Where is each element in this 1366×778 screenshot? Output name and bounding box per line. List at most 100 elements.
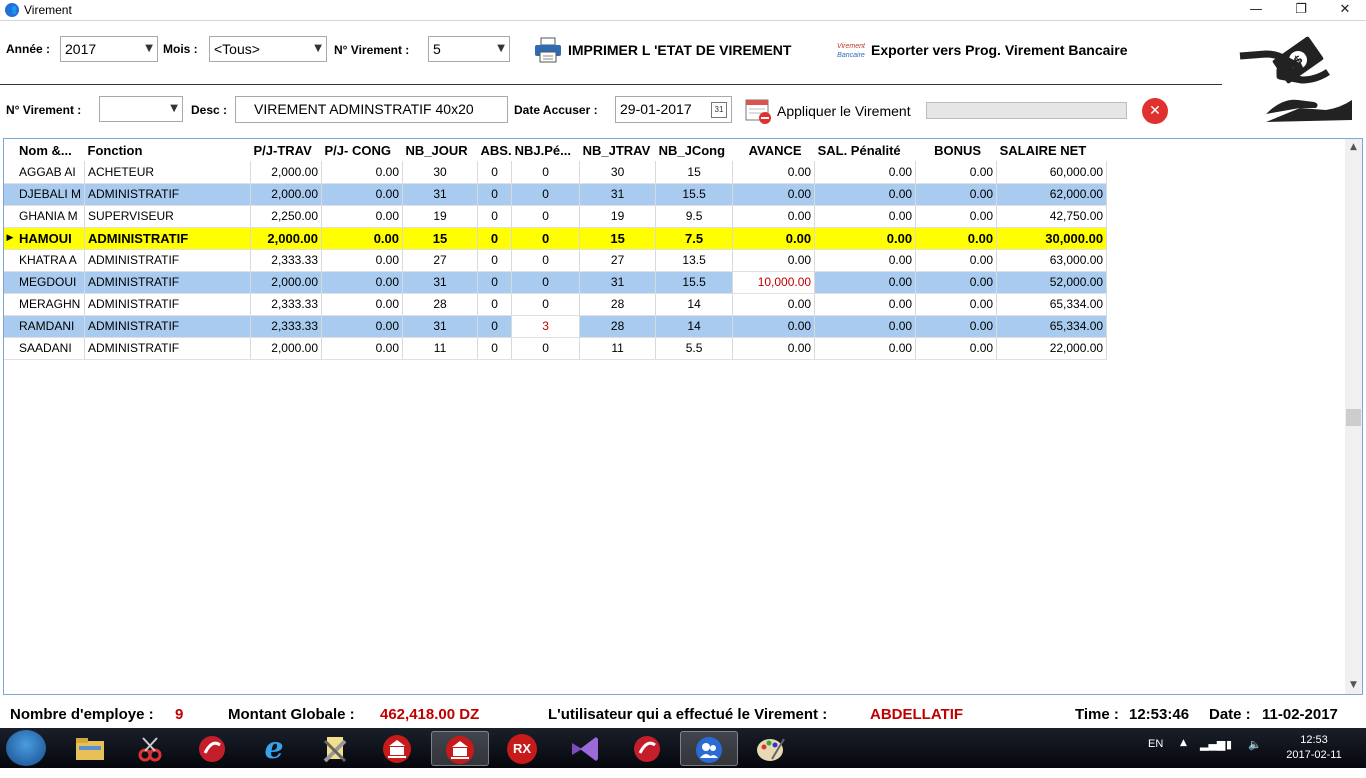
cell-pj-cong[interactable]: 0.00 bbox=[321, 337, 404, 360]
cell-pj-cong[interactable]: 0.00 bbox=[321, 227, 404, 250]
cell-nom[interactable]: SAADANI bbox=[16, 337, 86, 360]
cell-nb-jour[interactable]: 30 bbox=[402, 161, 479, 184]
cell-pj-trav[interactable]: 2,333.33 bbox=[250, 293, 323, 316]
cell-nb-jour[interactable]: 27 bbox=[402, 249, 479, 272]
cell-salaire-net[interactable]: 65,334.00 bbox=[996, 293, 1108, 316]
cell-avance[interactable]: 0.00 bbox=[732, 249, 816, 272]
current-row-marker-icon[interactable]: ▶ bbox=[4, 227, 16, 250]
cell-abs[interactable]: 0 bbox=[477, 315, 513, 338]
snipping-icon[interactable] bbox=[121, 731, 179, 766]
cell-pj-trav[interactable]: 2,000.00 bbox=[250, 337, 323, 360]
row-selector[interactable] bbox=[4, 337, 16, 360]
app-red-icon[interactable] bbox=[183, 731, 241, 766]
cell-bonus[interactable]: 0.00 bbox=[915, 337, 998, 360]
cell-sal-penalite[interactable]: 0.00 bbox=[814, 315, 917, 338]
cell-pj-cong[interactable]: 0.00 bbox=[321, 315, 404, 338]
apply-virement-button[interactable]: Appliquer le Virement bbox=[777, 103, 911, 119]
column-header-nb-jour[interactable]: NB_JOUR bbox=[402, 139, 478, 161]
table-row[interactable]: MERAGHN ADMINISTRATIF 2,333.33 0.00 28 0… bbox=[4, 293, 1108, 316]
cell-pj-cong[interactable]: 0.00 bbox=[321, 249, 404, 272]
minimize-button[interactable]: — bbox=[1233, 0, 1279, 21]
cell-bonus[interactable]: 0.00 bbox=[915, 293, 998, 316]
table-row[interactable]: AGGAB AI ACHETEUR 2,000.00 0.00 30 0 0 3… bbox=[4, 161, 1108, 184]
language-indicator[interactable]: EN bbox=[1148, 738, 1163, 750]
cell-bonus[interactable]: 0.00 bbox=[915, 315, 998, 338]
bank-icon[interactable] bbox=[368, 731, 426, 766]
network-icon[interactable]: ▂▄▆ bbox=[1200, 738, 1225, 751]
scroll-up-icon[interactable]: ▲ bbox=[1345, 139, 1362, 156]
cell-nbj-pen[interactable]: 0 bbox=[511, 249, 581, 272]
row-selector[interactable] bbox=[4, 293, 16, 316]
bank-export-icon[interactable]: Virement Bancaire bbox=[835, 39, 867, 61]
column-header-fonction[interactable]: Fonction bbox=[84, 139, 251, 161]
table-row[interactable]: KHATRA A ADMINISTRATIF 2,333.33 0.00 27 … bbox=[4, 249, 1108, 272]
table-row[interactable]: MEGDOUI ADMINISTRATIF 2,000.00 0.00 31 0… bbox=[4, 271, 1108, 294]
cell-nb-jcong[interactable]: 15.5 bbox=[655, 271, 734, 294]
calendar-icon[interactable]: 31 bbox=[711, 102, 727, 118]
cell-nom[interactable]: GHANIA M bbox=[16, 205, 86, 228]
bank-icon-2[interactable] bbox=[431, 731, 489, 766]
cell-nb-jtrav[interactable]: 28 bbox=[579, 293, 657, 316]
scroll-down-icon[interactable]: ▼ bbox=[1345, 677, 1362, 694]
tools-icon[interactable] bbox=[306, 731, 364, 766]
cell-nb-jtrav[interactable]: 15 bbox=[579, 227, 657, 250]
cell-nb-jcong[interactable]: 9.5 bbox=[655, 205, 734, 228]
tray-expand-icon[interactable]: ▲ bbox=[1180, 738, 1187, 748]
column-header-pj-trav[interactable]: P/J-TRAV bbox=[250, 139, 322, 161]
column-header-nom[interactable]: Nom &... bbox=[16, 139, 85, 161]
cell-salaire-net[interactable]: 42,750.00 bbox=[996, 205, 1108, 228]
mois-select[interactable]: <Tous> ▼ bbox=[209, 36, 327, 62]
cell-nbj-pen[interactable]: 0 bbox=[511, 337, 581, 360]
vertical-scrollbar[interactable]: ▲ ▼ bbox=[1345, 139, 1362, 694]
cell-nbj-pen[interactable]: 0 bbox=[511, 271, 581, 294]
cell-nb-jtrav[interactable]: 19 bbox=[579, 205, 657, 228]
table-row[interactable]: DJEBALI M ADMINISTRATIF 2,000.00 0.00 31… bbox=[4, 183, 1108, 206]
cell-salaire-net[interactable]: 65,334.00 bbox=[996, 315, 1108, 338]
cell-nom[interactable]: RAMDANI bbox=[16, 315, 86, 338]
cell-abs[interactable]: 0 bbox=[477, 249, 513, 272]
close-button[interactable]: ✕ bbox=[1322, 0, 1366, 21]
cell-nb-jtrav[interactable]: 31 bbox=[579, 271, 657, 294]
cell-nbj-pen[interactable]: 0 bbox=[511, 183, 581, 206]
cell-fonction[interactable]: ADMINISTRATIF bbox=[84, 315, 252, 338]
cell-salaire-net[interactable]: 22,000.00 bbox=[996, 337, 1108, 360]
table-row[interactable]: SAADANI ADMINISTRATIF 2,000.00 0.00 11 0… bbox=[4, 337, 1108, 360]
cell-salaire-net[interactable]: 30,000.00 bbox=[996, 227, 1108, 250]
cell-nb-jtrav[interactable]: 28 bbox=[579, 315, 657, 338]
cell-abs[interactable]: 0 bbox=[477, 227, 513, 250]
cell-nb-jour[interactable]: 31 bbox=[402, 183, 479, 206]
start-button[interactable] bbox=[6, 730, 46, 766]
cell-fonction[interactable]: SUPERVISEUR bbox=[84, 205, 252, 228]
cell-nbj-pen[interactable]: 0 bbox=[511, 293, 581, 316]
cell-nbj-pen[interactable]: 0 bbox=[511, 205, 581, 228]
cell-pj-trav[interactable]: 2,000.00 bbox=[250, 227, 323, 250]
cell-nb-jtrav[interactable]: 27 bbox=[579, 249, 657, 272]
cell-nb-jtrav[interactable]: 30 bbox=[579, 161, 657, 184]
column-header-avance[interactable]: AVANCE bbox=[732, 139, 815, 161]
cell-pj-cong[interactable]: 0.00 bbox=[321, 183, 404, 206]
cell-bonus[interactable]: 0.00 bbox=[915, 161, 998, 184]
cell-sal-penalite[interactable]: 0.00 bbox=[814, 249, 917, 272]
virement-filter-select[interactable]: 5 ▼ bbox=[428, 36, 510, 62]
column-header-nb-jcong[interactable]: NB_JCong bbox=[655, 139, 733, 161]
cell-fonction[interactable]: ADMINISTRATIF bbox=[84, 249, 252, 272]
cell-pj-trav[interactable]: 2,333.33 bbox=[250, 249, 323, 272]
cell-abs[interactable]: 0 bbox=[477, 205, 513, 228]
cell-pj-cong[interactable]: 0.00 bbox=[321, 271, 404, 294]
table-row[interactable]: RAMDANI ADMINISTRATIF 2,333.33 0.00 31 0… bbox=[4, 315, 1108, 338]
cell-nom[interactable]: HAMOUI bbox=[16, 227, 86, 250]
cell-fonction[interactable]: ADMINISTRATIF bbox=[84, 271, 252, 294]
cell-fonction[interactable]: ACHETEUR bbox=[84, 161, 252, 184]
cell-nom[interactable]: MEGDOUI bbox=[16, 271, 86, 294]
apply-calendar-icon[interactable] bbox=[745, 97, 773, 125]
cell-abs[interactable]: 0 bbox=[477, 293, 513, 316]
cell-avance[interactable]: 0.00 bbox=[732, 183, 816, 206]
cell-salaire-net[interactable]: 62,000.00 bbox=[996, 183, 1108, 206]
table-row-selected[interactable]: ▶ HAMOUI ADMINISTRATIF 2,000.00 0.00 15 … bbox=[4, 227, 1108, 250]
cell-fonction[interactable]: ADMINISTRATIF bbox=[84, 183, 252, 206]
app-red-icon-2[interactable] bbox=[618, 731, 676, 766]
cell-nb-jtrav[interactable]: 31 bbox=[579, 183, 657, 206]
cell-avance[interactable]: 0.00 bbox=[732, 227, 816, 250]
cell-pj-cong[interactable]: 0.00 bbox=[321, 293, 404, 316]
folder-icon[interactable] bbox=[61, 731, 119, 766]
